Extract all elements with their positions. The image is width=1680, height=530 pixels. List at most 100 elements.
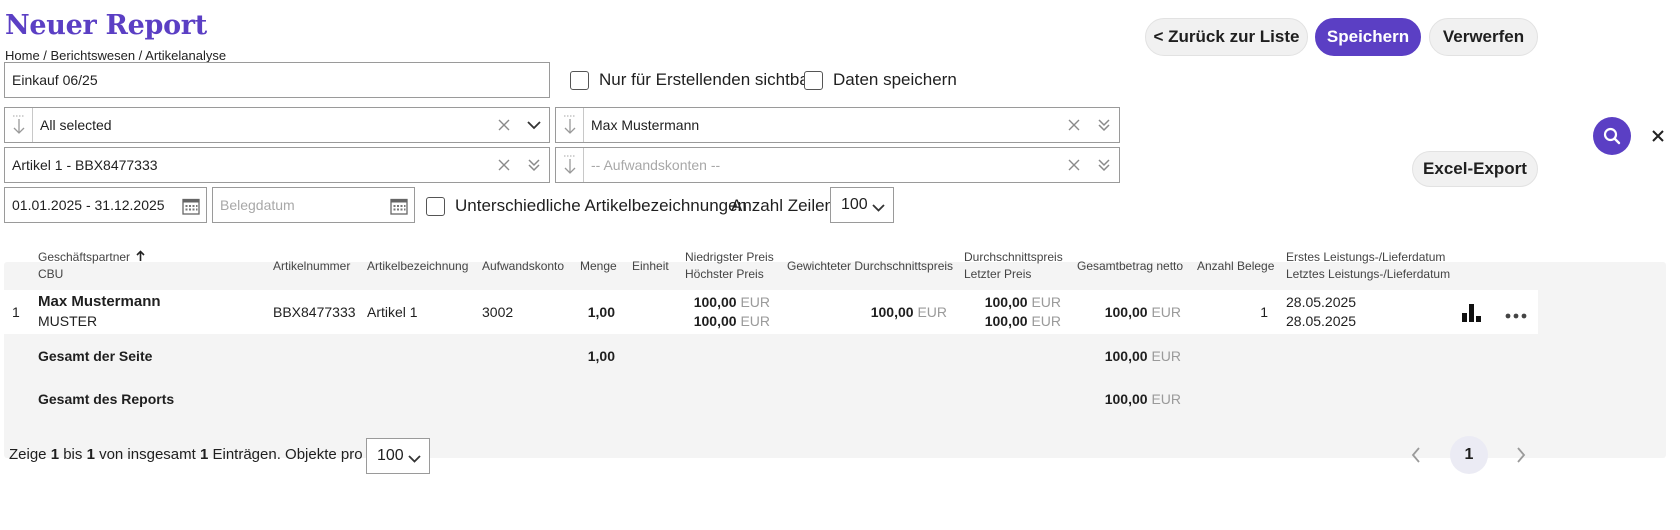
date-range-value: 01.01.2025 - 31.12.2025 [12, 197, 165, 213]
col-unit-header[interactable]: Einheit [632, 257, 669, 275]
clear-icon[interactable] [1059, 108, 1089, 142]
checkbox-box[interactable] [426, 196, 445, 216]
row-price-low: 100,00 EUR [680, 292, 770, 312]
summary-mid1: bis [59, 446, 87, 463]
double-chevron-down-icon[interactable] [1089, 108, 1119, 142]
col-article-name-header[interactable]: Artikelbezeichnung [367, 257, 468, 275]
more-options-icon[interactable] [1505, 307, 1527, 325]
double-chevron-down-icon[interactable] [1089, 148, 1119, 182]
bar-chart-icon[interactable] [1461, 301, 1483, 328]
col-weighted-avg-header[interactable]: Gewichteter Durchschnittspreis [787, 257, 953, 275]
save-data-label: Daten speichern [833, 70, 957, 89]
row-price-high: 100,00 EUR [680, 311, 770, 331]
row-article-no: BBX8477333 [273, 304, 356, 320]
close-icon[interactable] [1645, 123, 1671, 149]
col-total-net-header[interactable]: Gesamtbetrag netto [1077, 257, 1183, 275]
sort-down-icon[interactable] [556, 108, 584, 142]
page-button-current[interactable]: 1 [1450, 436, 1488, 474]
col-qty-header[interactable]: Menge [580, 257, 617, 275]
double-chevron-down-icon[interactable] [519, 148, 549, 182]
row-avg-price: 100,00 EUR [970, 292, 1061, 312]
currency-label: EUR [1151, 391, 1181, 407]
summary-mid2: von insgesamt [94, 446, 200, 463]
save-data-checkbox[interactable]: Daten speichern [804, 70, 957, 90]
currency-label: EUR [740, 313, 770, 329]
breadcrumb[interactable]: Home / Berichtswesen / Artikelanalyse [5, 48, 226, 63]
report-name-input[interactable]: Einkauf 06/25 [4, 62, 550, 98]
col-partner-header[interactable]: Geschäftspartner [38, 248, 145, 266]
col-receipt-count-header[interactable]: Anzahl Belege [1197, 257, 1274, 275]
filter-article-value: Artikel 1 - BBX8477333 [12, 157, 158, 173]
page-title: Neuer Report [5, 10, 207, 41]
row-last-date: 28.05.2025 [1286, 313, 1357, 329]
row-total-net: 100,00 EUR [1090, 302, 1181, 322]
receipt-date-input[interactable]: Belegdatum [212, 187, 415, 223]
chevron-right-icon [1517, 447, 1526, 463]
filter-type-select[interactable]: All selected [4, 107, 550, 143]
row-partner[interactable]: Max Mustermann [38, 292, 161, 312]
col-price-low-header[interactable]: Niedrigster Preis [685, 248, 774, 266]
checkbox-box[interactable] [570, 70, 589, 90]
col-last-date-header[interactable]: Letztes Leistungs-/Lieferdatum [1286, 265, 1450, 283]
date-range-input[interactable]: 01.01.2025 - 31.12.2025 [4, 187, 207, 223]
row-weighted-avg-value: 100,00 [870, 304, 914, 320]
currency-label: EUR [1031, 294, 1061, 310]
search-button[interactable] [1593, 117, 1631, 155]
col-avg-price-header[interactable]: Durchschnittspreis [964, 248, 1063, 266]
only-creator-label: Nur für Erstellenden sichtbar [599, 70, 815, 89]
filter-article-select[interactable]: Artikel 1 - BBX8477333 [4, 147, 550, 183]
row-last-price: 100,00 EUR [970, 311, 1061, 331]
row-avg-price-value: 100,00 [984, 294, 1028, 310]
chevron-down-icon[interactable] [408, 451, 421, 469]
save-button[interactable]: Speichern [1315, 18, 1421, 56]
filter-type-value: All selected [40, 117, 112, 133]
summary-to: 1 [86, 446, 95, 463]
clear-icon[interactable] [1059, 148, 1089, 182]
filter-partner-select[interactable]: Max Mustermann [555, 107, 1120, 143]
next-page-button[interactable] [1506, 440, 1536, 470]
prev-page-button[interactable] [1401, 440, 1431, 470]
sort-down-icon[interactable] [556, 148, 584, 182]
currency-label: EUR [1031, 313, 1061, 329]
col-first-date-header[interactable]: Erstes Leistungs-/Lieferdatum [1286, 248, 1445, 266]
rows-select[interactable]: 100 [830, 187, 894, 223]
page-total-net-value: 100,00 [1104, 348, 1148, 364]
filter-partner-value: Max Mustermann [591, 117, 700, 133]
row-price-high-value: 100,00 [693, 313, 737, 329]
excel-export-button[interactable]: Excel-Export [1412, 151, 1538, 187]
col-account-header[interactable]: Aufwandskonto [482, 257, 564, 275]
sort-down-icon[interactable] [5, 108, 33, 142]
col-cbu-header[interactable]: CBU [38, 265, 63, 283]
filter-accounts-placeholder: -- Aufwandskonten -- [591, 157, 721, 173]
clear-icon[interactable] [489, 148, 519, 182]
currency-label: EUR [1151, 348, 1181, 364]
different-names-checkbox[interactable]: Unterschiedliche Artikelbezeichnungen [426, 196, 747, 216]
row-article-name: Artikel 1 [367, 304, 418, 320]
filter-accounts-select[interactable]: -- Aufwandskonten -- [555, 147, 1120, 183]
col-last-price-header[interactable]: Letzter Preis [964, 265, 1031, 283]
row-qty: 1,00 [587, 304, 615, 320]
search-icon [1603, 127, 1621, 145]
per-page-select[interactable]: 100 [366, 438, 430, 474]
only-creator-checkbox[interactable]: Nur für Erstellenden sichtbar [570, 70, 814, 90]
clear-icon[interactable] [489, 108, 519, 142]
col-article-no-header[interactable]: Artikelnummer [273, 257, 350, 275]
receipt-date-placeholder: Belegdatum [220, 197, 295, 213]
sort-up-icon[interactable] [136, 250, 145, 262]
calendar-icon[interactable] [182, 197, 200, 218]
currency-label: EUR [740, 294, 770, 310]
pagination-summary: Zeige 1 bis 1 von insgesamt 1 Einträgen.… [9, 446, 405, 463]
different-names-label: Unterschiedliche Artikelbezeichnungen [455, 196, 748, 215]
calendar-icon[interactable] [390, 197, 408, 218]
row-first-date: 28.05.2025 [1286, 294, 1357, 310]
col-price-high-header[interactable]: Höchster Preis [685, 265, 764, 283]
back-to-list-button[interactable]: < Zurück zur Liste [1145, 18, 1308, 56]
page-total-qty: 1,00 [587, 348, 615, 364]
row-price-low-value: 100,00 [693, 294, 737, 310]
checkbox-box[interactable] [804, 70, 823, 90]
chevron-down-icon[interactable] [872, 200, 885, 218]
chevron-down-icon[interactable] [519, 108, 549, 142]
discard-button[interactable]: Verwerfen [1429, 18, 1538, 56]
rows-value: 100 [841, 196, 868, 213]
summary-prefix: Zeige [9, 446, 51, 463]
